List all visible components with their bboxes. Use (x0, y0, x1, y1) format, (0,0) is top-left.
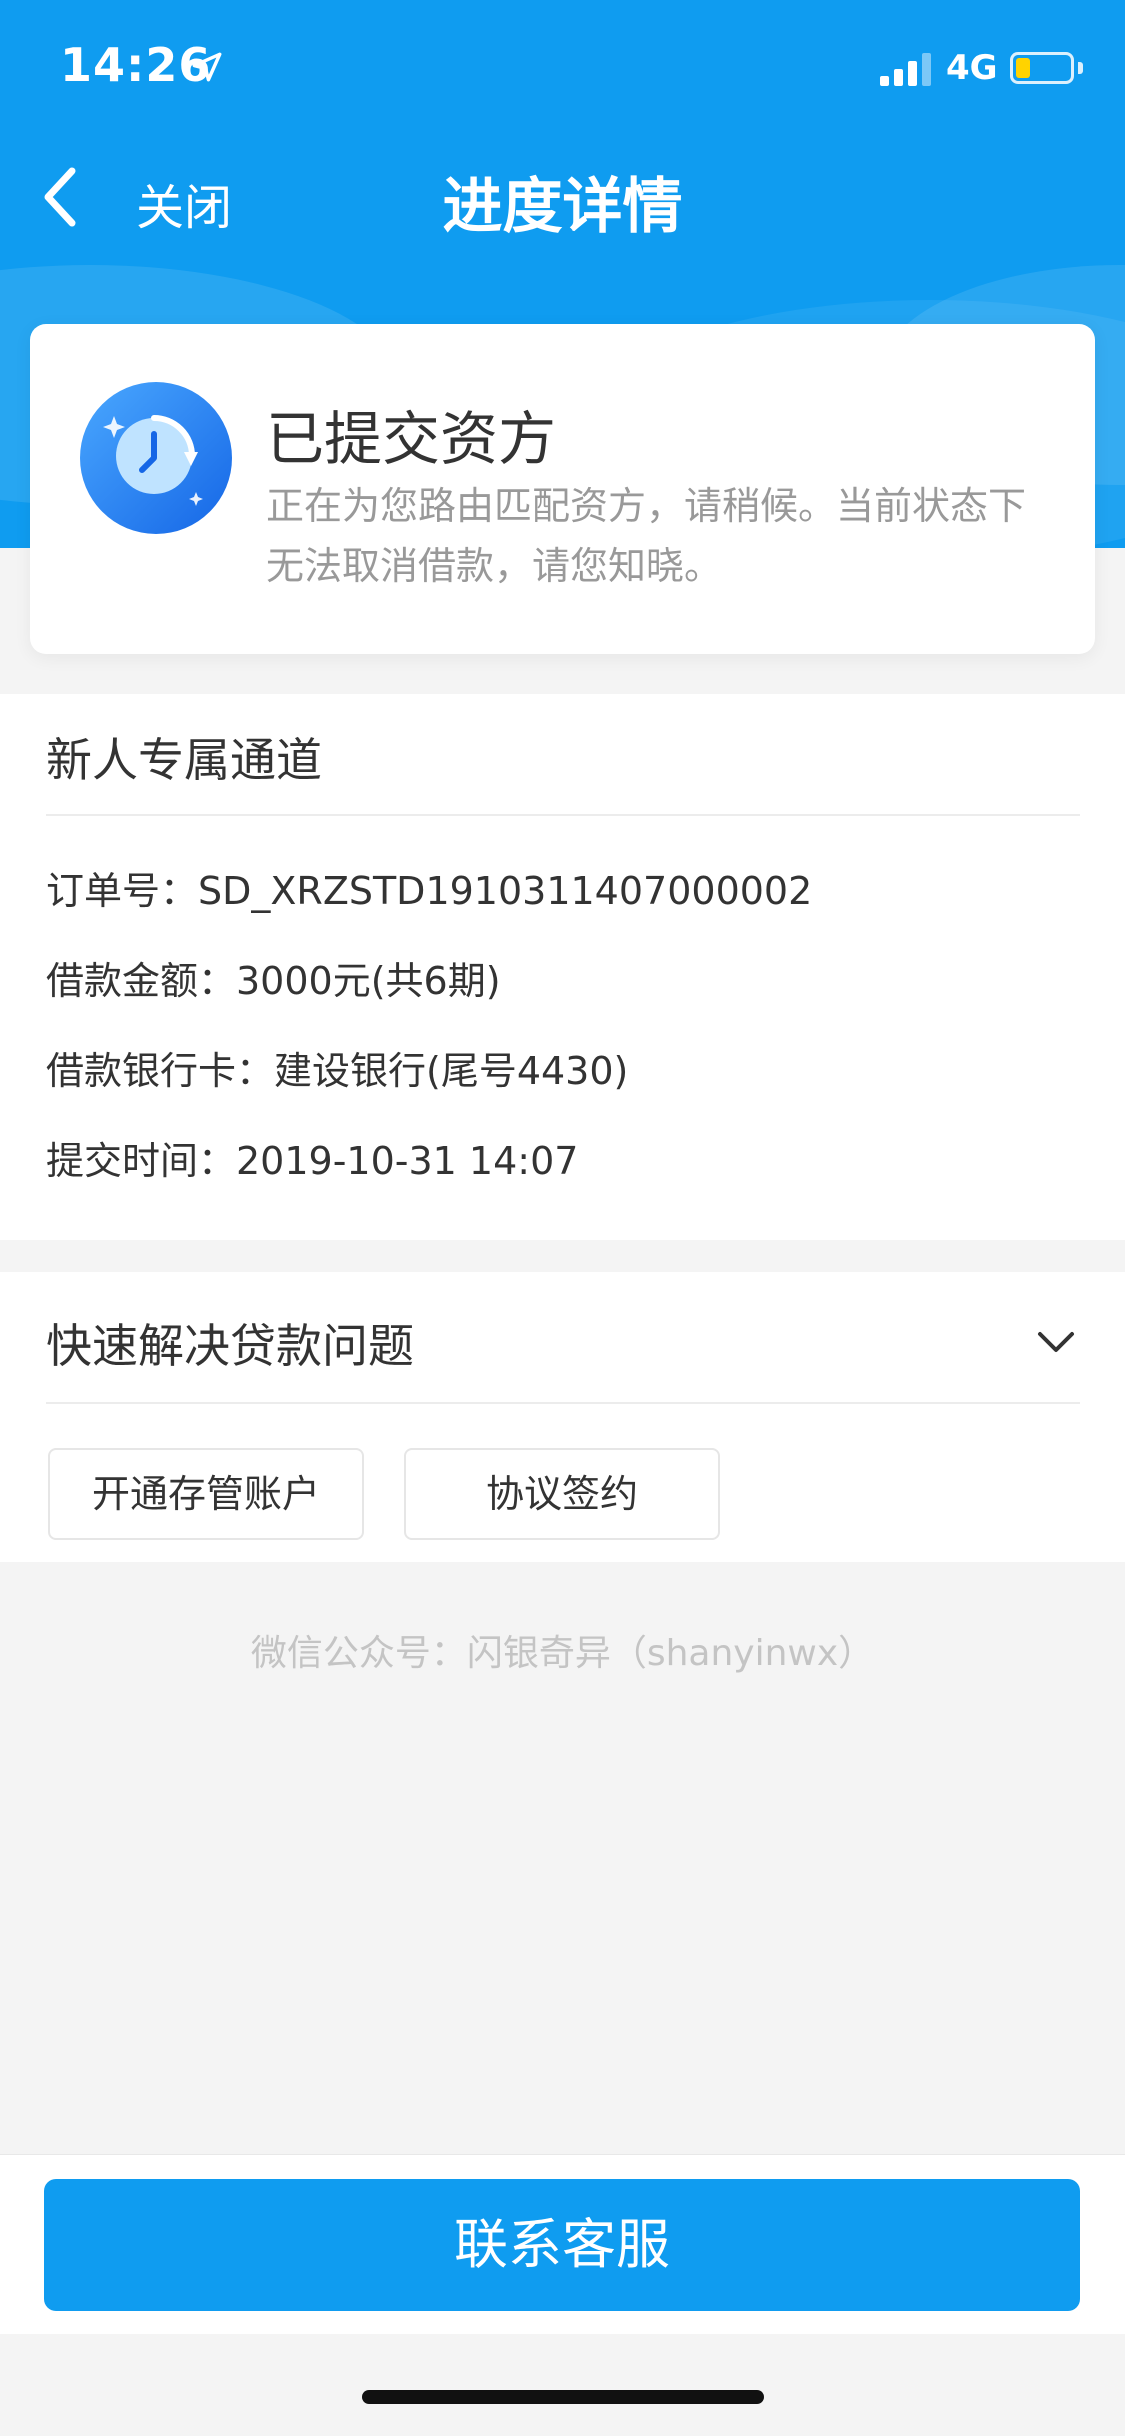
back-chevron-icon[interactable] (40, 165, 80, 229)
agreement-signing-button[interactable]: 协议签约 (404, 1448, 720, 1540)
divider (46, 814, 1080, 816)
battery-icon (1010, 52, 1074, 84)
battery-tip (1078, 62, 1083, 74)
quick-solve-section: 快速解决贷款问题 开通存管账户 协议签约 (0, 1272, 1125, 1562)
order-info-section: 新人专属通道 订单号：SD_XRZSTD1910311407000002 借款金… (0, 694, 1125, 1240)
progress-detail-page: 14:26 4G 关闭 进度详情 已提交资方 正在为您路由匹配资方，请稍候。当前… (0, 0, 1125, 2436)
status-description: 正在为您路由匹配资方，请稍候。当前状态下无法取消借款，请您知晓。 (266, 484, 1027, 588)
loan-amount-row: 借款金额：3000元(共6期) (46, 959, 501, 1003)
product-name: 新人专属通道 (46, 733, 322, 787)
chevron-down-icon[interactable] (1032, 1322, 1080, 1362)
wechat-account-note: 微信公众号：闪银奇异（shanyinwx） (250, 1633, 875, 1674)
bank-card-row: 借款银行卡：建设银行(尾号4430) (46, 1049, 629, 1093)
open-custody-account-button[interactable]: 开通存管账户 (48, 1448, 364, 1540)
close-button[interactable]: 关闭 (136, 168, 232, 238)
location-arrow-icon (192, 52, 222, 82)
clock-refresh-icon (80, 382, 232, 534)
order-number-row: 订单号：SD_XRZSTD1910311407000002 (46, 869, 813, 913)
status-title: 已提交资方 (266, 405, 557, 473)
bottom-bar: 联系客服 (0, 2154, 1125, 2334)
quick-solve-title[interactable]: 快速解决贷款问题 (46, 1310, 414, 1376)
status-time: 14:26 (60, 38, 212, 92)
contact-customer-service-button[interactable]: 联系客服 (44, 2179, 1080, 2311)
submit-time-row: 提交时间：2019-10-31 14:07 (46, 1139, 579, 1183)
home-indicator[interactable] (362, 2390, 764, 2404)
divider (46, 1402, 1080, 1404)
signal-icon (880, 52, 932, 86)
status-card: 已提交资方 正在为您路由匹配资方，请稍候。当前状态下无法取消借款，请您知晓。 (30, 324, 1095, 654)
network-label: 4G (946, 48, 998, 88)
